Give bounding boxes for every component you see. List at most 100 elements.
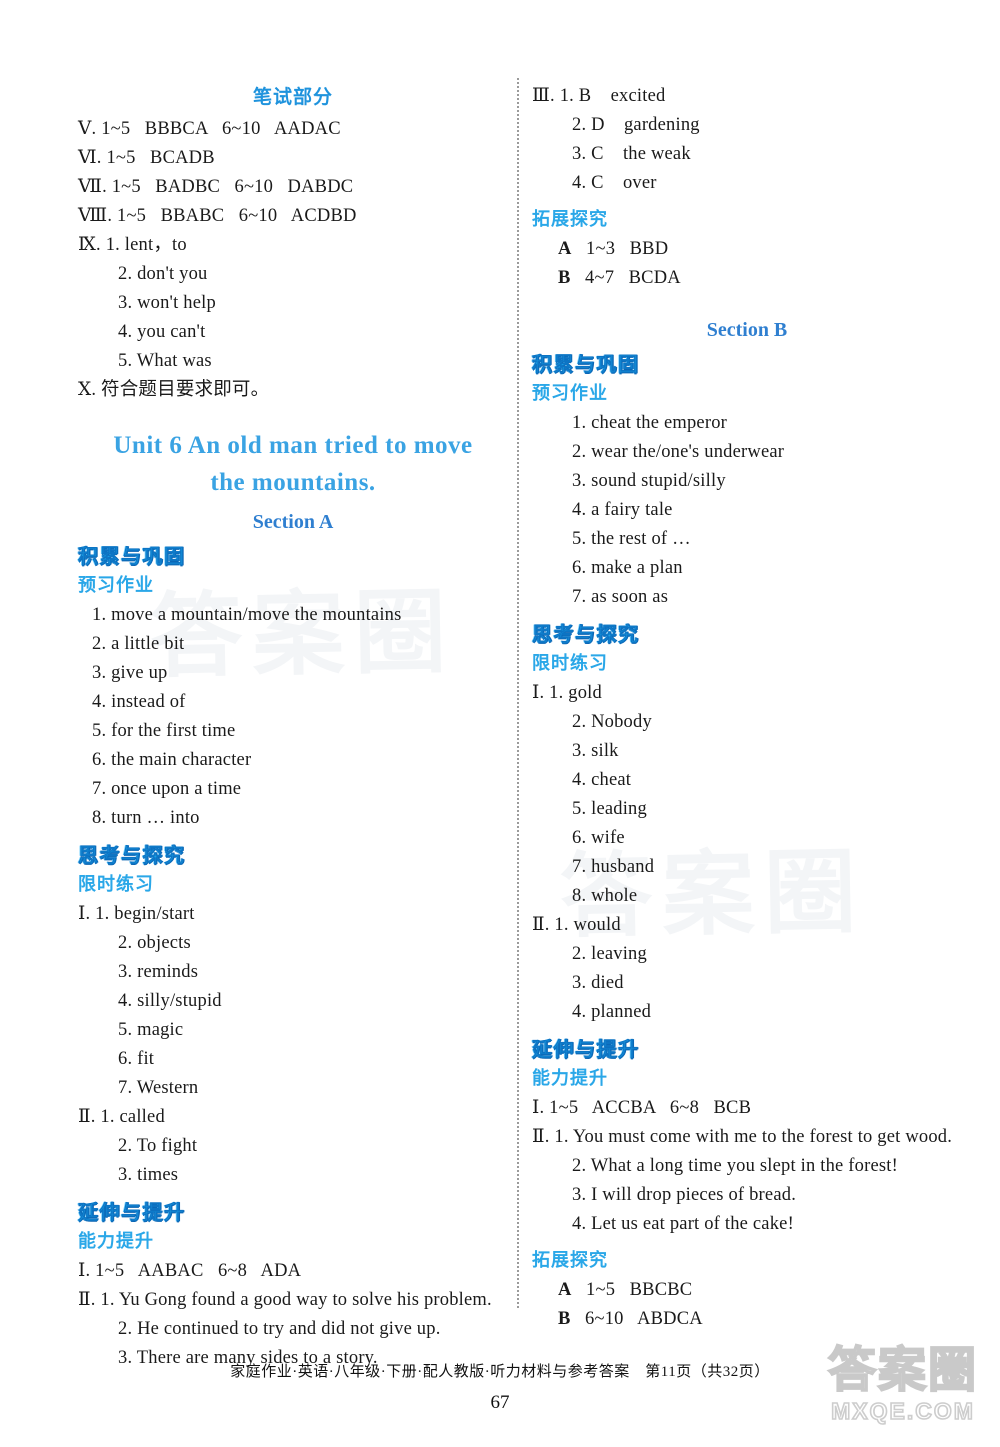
list-item: 3. times <box>118 1165 179 1185</box>
row-range: 1~3 <box>586 239 616 259</box>
list-item: 2. He continued to try and did not give … <box>118 1319 441 1339</box>
row-range: 4~7 <box>585 268 615 288</box>
row-answer: BBD <box>629 239 669 259</box>
row-label: A <box>558 239 572 259</box>
row-label: B <box>558 1309 571 1329</box>
sub-heading-preview-b: 预习作业 <box>532 383 608 403</box>
list-item: 3. died <box>572 973 624 993</box>
list-item: 3. silk <box>572 741 619 761</box>
timed-practice-list-ii: Ⅱ. 1. called 2. To fight 3. times <box>78 1103 508 1190</box>
list-item: 6. the main character <box>92 750 252 770</box>
sub-heading-preview: 预习作业 <box>78 575 154 595</box>
section-b-heading: Section B <box>706 319 788 341</box>
row-answer: ABDCA <box>637 1309 703 1329</box>
list-item: 3. sound stupid/silly <box>572 471 726 491</box>
timed-practice-list-ii-b: Ⅱ. 1. would 2. leaving 3. died 4. planne… <box>532 911 962 1027</box>
list-item: 4. a fairy tale <box>572 500 673 520</box>
band-heading-accumulate: 积累与巩固 <box>78 546 186 568</box>
footer-text: 家庭作业·英语·八年级·下册·配人教版·听力材料与参考答案 第11页（共32页） <box>230 1364 770 1380</box>
sub-heading-timed: 限时练习 <box>78 874 154 894</box>
answer-line: Ⅰ. 1~5 ACCBA 6~8 BCB <box>532 1098 752 1118</box>
answer-line: Ⅴ. 1~5 BBBCA 6~10 AADAC <box>78 119 341 139</box>
list-item: 2. a little bit <box>92 634 185 654</box>
list-item: 7. Western <box>118 1078 199 1098</box>
answer-line: Ⅰ. 1~5 AABAC 6~8 ADA <box>78 1261 302 1281</box>
list-item: 2. To fight <box>118 1136 198 1156</box>
list-item: Ⅰ. 1. gold <box>532 683 602 703</box>
list-item: 4. cheat <box>572 770 632 790</box>
list-item: 6. make a plan <box>572 558 683 578</box>
list-item: 2. Nobody <box>572 712 652 732</box>
answer-key-page: 答案圈 答案圈 笔试部分 Ⅴ. 1~5 BBBCA 6~10 AADAC Ⅵ. … <box>0 0 1000 1447</box>
answer-line: 2. don't you <box>118 264 208 284</box>
band-heading-think: 思考与探究 <box>78 845 186 867</box>
row-range: 1~5 <box>586 1280 616 1300</box>
right-column: Ⅲ. 1. B excited 2. D gardening 3. C the … <box>532 82 962 1334</box>
row-range: 6~10 <box>585 1309 624 1329</box>
row-answer: BCDA <box>628 268 681 288</box>
list-item: 2. objects <box>118 933 191 953</box>
expand-rows-b: A 1~5 BBCBC B 6~10 ABDCA <box>532 1276 962 1334</box>
list-item: 1. cheat the emperor <box>572 413 728 433</box>
row-label: B <box>558 268 571 288</box>
band-heading-extend: 延伸与提升 <box>78 1202 186 1224</box>
sub-heading-ability-b: 能力提升 <box>532 1068 608 1088</box>
answer-line: Ⅸ. 1. lent，to <box>78 235 187 255</box>
sub-heading-expand-b: 拓展探究 <box>532 1250 608 1270</box>
sub-heading-timed-b: 限时练习 <box>532 653 608 673</box>
answer-line: Ⅵ. 1~5 BCADB <box>78 148 215 168</box>
list-item: 3. I will drop pieces of bread. <box>572 1185 797 1205</box>
answer-line: 3. won't help <box>118 293 216 313</box>
left-column: 笔试部分 Ⅴ. 1~5 BBBCA 6~10 AADAC Ⅵ. 1~5 BCAD… <box>78 82 508 1373</box>
page-number: 67 <box>490 1392 510 1413</box>
answer-row: A 1~3 BBD <box>532 235 962 264</box>
preview-list-b: 1. cheat the emperor 2. wear the/one's u… <box>532 409 962 612</box>
list-item: Ⅱ. 1. would <box>532 915 621 935</box>
list-item: 4. Let us eat part of the cake! <box>572 1214 794 1234</box>
answer-row: B 6~10 ABDCA <box>532 1305 962 1334</box>
list-item: 2. wear the/one's underwear <box>572 442 785 462</box>
list-item: 7. once upon a time <box>92 779 242 799</box>
answer-row: A 1~5 BBCBC <box>532 1276 962 1305</box>
list-item: 7. as soon as <box>572 587 669 607</box>
list-item: Ⅰ. 1. begin/start <box>78 904 195 924</box>
answer-line: Ⅲ. 1. B excited <box>532 86 666 106</box>
unit-title: Unit 6 An old man tried to move the moun… <box>78 427 508 501</box>
timed-practice-list-i: Ⅰ. 1. begin/start 2. objects 3. reminds … <box>78 900 508 1103</box>
list-item: 5. for the first time <box>92 721 236 741</box>
written-part-heading: 笔试部分 <box>252 87 333 108</box>
answers-top-group: Ⅴ. 1~5 BBBCA 6~10 AADAC Ⅵ. 1~5 BCADB Ⅶ. … <box>78 115 508 405</box>
list-item: 4. planned <box>572 1002 652 1022</box>
list-item: 3. give up <box>92 663 168 683</box>
row-answer: BBCBC <box>629 1280 693 1300</box>
sub-heading-ability: 能力提升 <box>78 1231 154 1251</box>
answer-line: 5. What was <box>118 351 212 371</box>
answer-line: 2. D gardening <box>572 115 700 135</box>
list-item: 6. wife <box>572 828 625 848</box>
unit-title-line-1: Unit 6 An old man tried to move <box>113 432 473 459</box>
list-item: 8. turn … into <box>92 808 200 828</box>
answer-row: B 4~7 BCDA <box>532 264 962 293</box>
row-label: A <box>558 1280 572 1300</box>
preview-list: 1. move a mountain/move the mountains 2.… <box>78 601 508 833</box>
answer-line: Ⅹ. 符合题目要求即可。 <box>78 380 270 400</box>
list-item: 5. magic <box>118 1020 184 1040</box>
answer-line: Ⅶ. 1~5 BADBC 6~10 DABDC <box>78 177 354 197</box>
band-heading-accumulate-b: 积累与巩固 <box>532 354 640 376</box>
page-footer: 家庭作业·英语·八年级·下册·配人教版·听力材料与参考答案 第11页（共32页） <box>0 1360 1000 1381</box>
answer-line: 4. C over <box>572 173 657 193</box>
list-item: 3. reminds <box>118 962 199 982</box>
list-item: Ⅱ. 1. called <box>78 1107 165 1127</box>
list-item: Ⅱ. 1. Yu Gong found a good way to solve … <box>78 1290 492 1310</box>
list-item: 2. leaving <box>572 944 647 964</box>
list-item: 4. silly/stupid <box>118 991 222 1011</box>
list-item: 4. instead of <box>92 692 186 712</box>
group-iii: Ⅲ. 1. B excited 2. D gardening 3. C the … <box>532 82 962 198</box>
expand-rows-a: A 1~3 BBD B 4~7 BCDA <box>532 235 962 293</box>
list-item: 8. whole <box>572 886 638 906</box>
timed-practice-list-i-b: Ⅰ. 1. gold 2. Nobody 3. silk 4. cheat 5.… <box>532 679 962 911</box>
list-item: 5. leading <box>572 799 647 819</box>
list-item: 7. husband <box>572 857 655 877</box>
list-item: Ⅱ. 1. You must come with me to the fores… <box>532 1127 953 1147</box>
list-item: 6. fit <box>118 1049 155 1069</box>
